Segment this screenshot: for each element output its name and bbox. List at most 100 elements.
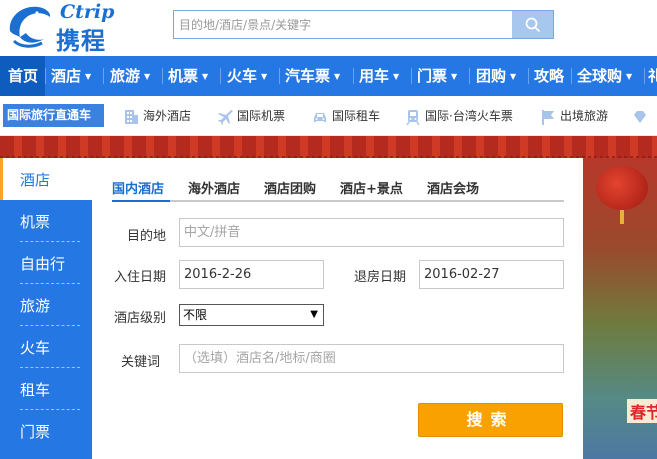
- search-bar: [173, 10, 554, 39]
- hotel-tabs: 国内酒店 海外酒店 酒店团购 酒店+景点 酒店会场: [112, 176, 564, 202]
- nav-divider: [353, 68, 354, 84]
- sidebar-item-label: 火车: [20, 339, 51, 357]
- chevron-down-icon: ▼: [451, 71, 458, 81]
- subnav-item-label: 国际·台湾火车票: [425, 109, 513, 123]
- nav-label: 礼: [648, 67, 657, 85]
- active-tab-indicator: [112, 200, 170, 202]
- tab-hotel-group-buy[interactable]: 酒店团购: [264, 178, 316, 197]
- nav-item-gift[interactable]: 礼: [648, 56, 657, 96]
- subnav-item-train[interactable]: 国际·台湾火车票: [405, 96, 513, 136]
- sidebar-item-label: 租车: [20, 381, 51, 399]
- chevron-down-icon: ▼: [261, 71, 268, 81]
- nav-divider: [220, 68, 221, 84]
- chevron-down-icon: ▼: [626, 71, 633, 81]
- lantern-icon: [596, 166, 648, 210]
- nav-divider: [279, 68, 280, 84]
- banner-text: 春节: [627, 399, 657, 423]
- nav-item-travel[interactable]: 旅游 ▼: [110, 56, 150, 96]
- nav-item-home[interactable]: 首页: [0, 56, 45, 96]
- nav-divider: [103, 68, 104, 84]
- search-icon: [525, 17, 541, 33]
- chevron-down-icon: ▼: [202, 71, 209, 81]
- nav-item-flight[interactable]: 机票 ▼: [168, 56, 208, 96]
- destination-label: 目的地: [127, 229, 167, 244]
- nav-divider: [528, 68, 529, 84]
- lantern-tassel: [620, 210, 624, 224]
- tab-hotel-plus-attraction[interactable]: 酒店+景点: [340, 178, 403, 197]
- nav-item-hotel[interactable]: 酒店 ▼: [51, 56, 91, 96]
- nav-item-car[interactable]: 用车 ▼: [359, 56, 399, 96]
- nav-item-guides[interactable]: 攻略: [534, 56, 564, 96]
- keyword-input[interactable]: [179, 344, 564, 373]
- nav-label: 攻略: [534, 67, 565, 85]
- nav-label: 酒店: [51, 67, 82, 85]
- flag-icon: [542, 109, 554, 125]
- subnav-item-intl-flight[interactable]: 国际机票: [217, 96, 285, 136]
- nav-divider: [644, 68, 645, 84]
- product-sidebar: 酒店 机票 自由行 旅游 火车 租车 门票: [0, 158, 92, 459]
- sidebar-item-label: 门票: [20, 423, 51, 441]
- search-input[interactable]: [174, 11, 513, 38]
- checkin-label: 入住日期: [114, 270, 167, 285]
- subnav-label: 国际旅行直通车: [3, 104, 104, 127]
- search-button[interactable]: [512, 11, 553, 38]
- hotel-level-label: 酒店级别: [114, 311, 167, 326]
- sidebar-item-label: 酒店: [20, 171, 51, 189]
- nav-label: 用车: [359, 67, 390, 85]
- nav-item-tickets[interactable]: 门票 ▼: [417, 56, 457, 96]
- sidebar-item-free-travel[interactable]: 自由行: [0, 242, 92, 284]
- subnav-item-label: 国际租车: [332, 109, 381, 123]
- sidebar-item-tickets[interactable]: 门票: [0, 410, 92, 452]
- keyword-label: 关键词: [121, 355, 161, 370]
- nav-divider: [411, 68, 412, 84]
- sidebar-item-car-rental[interactable]: 租车: [0, 368, 92, 410]
- checkout-date-input[interactable]: 2016-02-27: [419, 260, 564, 289]
- tab-hotel-venue[interactable]: 酒店会场: [427, 178, 479, 197]
- checkin-date-input[interactable]: 2016-2-26: [179, 260, 324, 289]
- header: Ctrip 携程: [0, 0, 657, 56]
- building-icon: [125, 109, 138, 124]
- sidebar-item-label: 机票: [20, 213, 51, 231]
- nav-item-train[interactable]: 火车 ▼: [227, 56, 267, 96]
- subnav-item-intl-car[interactable]: 国际租车: [312, 96, 380, 136]
- chevron-down-icon: ▼: [310, 309, 318, 320]
- main-nav: 首页 酒店 ▼ 旅游 ▼ 机票 ▼ 火车 ▼ 汽车票 ▼ 用车 ▼ 门票 ▼ 团购 ▼ 攻略 全…: [0, 56, 657, 96]
- dolphin-icon: [9, 6, 51, 48]
- train-icon: [406, 109, 420, 125]
- nav-label: 汽车票: [285, 67, 331, 85]
- subnav-item-overseas-hotel[interactable]: 海外酒店: [123, 96, 191, 136]
- hotel-level-value: 不限: [183, 308, 208, 322]
- nav-divider: [45, 68, 46, 84]
- sidebar-item-train[interactable]: 火车: [0, 326, 92, 368]
- destination-input[interactable]: [179, 218, 564, 247]
- hotel-level-select[interactable]: 不限 ▼: [179, 304, 324, 326]
- nav-item-global-shop[interactable]: 全球购 ▼: [577, 56, 632, 96]
- nav-divider: [571, 68, 572, 84]
- tab-domestic-hotel[interactable]: 国内酒店: [112, 178, 164, 197]
- sidebar-item-hotel[interactable]: 酒店: [0, 158, 92, 200]
- subnav-item-outbound-tour[interactable]: 出境旅游: [540, 96, 608, 136]
- subnav-item-more[interactable]: [632, 96, 652, 136]
- nav-label: 旅游: [110, 67, 141, 85]
- search-submit-button[interactable]: 搜索: [418, 403, 563, 437]
- chevron-down-icon: ▼: [510, 71, 517, 81]
- subnav-item-label: 海外酒店: [143, 109, 192, 123]
- nav-item-bus[interactable]: 汽车票 ▼: [285, 56, 340, 96]
- sidebar-item-flight[interactable]: 机票: [0, 200, 92, 242]
- nav-item-group-buy[interactable]: 团购 ▼: [476, 56, 516, 96]
- tab-overseas-hotel[interactable]: 海外酒店: [188, 178, 240, 197]
- subnav-item-label: 出境旅游: [560, 109, 609, 123]
- ctrip-logo[interactable]: Ctrip 携程: [4, 1, 124, 55]
- sidebar-item-travel[interactable]: 旅游: [0, 284, 92, 326]
- subnav-item-label: 国际机票: [237, 109, 286, 123]
- nav-label: 全球购: [577, 67, 623, 85]
- international-subnav: 国际旅行直通车 海外酒店 国际机票 国际租车 国际·台湾火车票 出境旅游: [0, 96, 657, 136]
- diamond-icon: [634, 110, 646, 123]
- banner-canopy: [0, 136, 657, 158]
- sidebar-item-label: 旅游: [20, 297, 51, 315]
- page: Ctrip 携程 首页 酒店▼ 旅游▼ 机票▼ 火车▼ 汽车票▼ 用车▼ 门票▼: [0, 0, 657, 459]
- chevron-down-icon: ▼: [85, 71, 92, 81]
- hotel-search-panel: 国内酒店 海外酒店 酒店团购 酒店+景点 酒店会场 目的地 入住日期 2016-…: [92, 158, 583, 459]
- chevron-down-icon: ▼: [393, 71, 400, 81]
- logo-text-cn: 携程: [56, 27, 106, 55]
